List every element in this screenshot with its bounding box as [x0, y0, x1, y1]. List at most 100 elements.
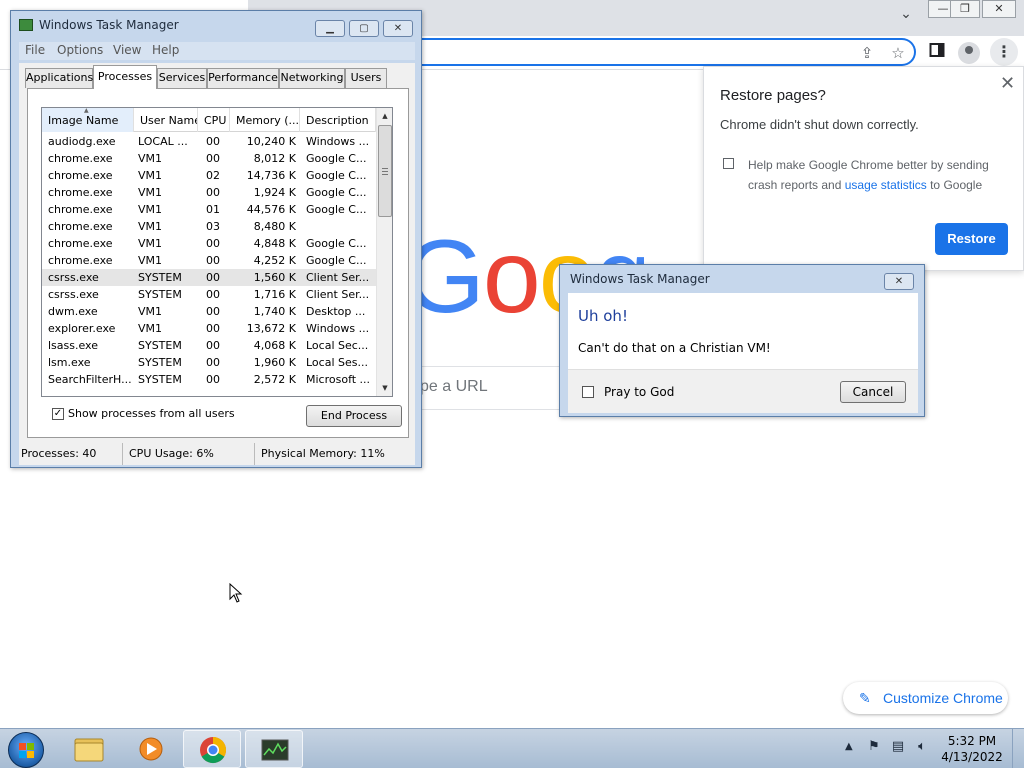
scroll-up-icon[interactable]: ▲ [377, 108, 392, 124]
column-description[interactable]: Description [300, 108, 376, 132]
status-bar: Processes: 40 CPU Usage: 6% Physical Mem… [19, 443, 415, 465]
sort-ascending-icon: ▲ [84, 108, 89, 114]
process-user: LOCAL ... [138, 135, 188, 148]
process-user: VM1 [138, 237, 163, 250]
taskbar-chrome[interactable] [183, 730, 241, 768]
side-panel-icon[interactable] [926, 42, 948, 64]
customize-chrome-label: Customize Chrome [883, 690, 1003, 706]
usage-statistics-link[interactable]: usage statistics [845, 178, 927, 192]
menu-view[interactable]: View [113, 43, 141, 57]
taskbar: ▲ ⚑ ▤ 🔈︎ 5:32 PM 4/13/2022 [0, 728, 1024, 768]
taskbar-task-manager[interactable] [245, 730, 303, 768]
process-row[interactable]: SearchFilterH... SYSTEM 00 2,572 K Microsoft… [42, 371, 376, 388]
process-row[interactable]: lsm.exe SYSTEM 00 1,960 K Local Ses... [42, 354, 376, 371]
maximize-button[interactable]: ▢ [349, 20, 379, 37]
taskbar-explorer[interactable] [60, 730, 118, 768]
tab-networking[interactable]: Networking [279, 68, 345, 88]
process-row[interactable]: chrome.exe VM1 03 8,480 K [42, 218, 376, 235]
column-memory[interactable]: Memory (... [230, 108, 300, 132]
volume-icon[interactable]: 🔈︎ [914, 739, 930, 757]
process-cpu: 00 [206, 271, 220, 284]
tab-processes[interactable]: Processes [93, 65, 157, 89]
close-button[interactable]: ✕ [884, 273, 914, 290]
dialog-message: Can't do that on a Christian VM! [578, 341, 771, 355]
process-name: explorer.exe [48, 322, 116, 335]
process-cpu: 01 [206, 203, 220, 216]
chrome-icon [200, 736, 227, 764]
column-image-name[interactable]: ▲ Image Name [42, 108, 134, 132]
process-row[interactable]: chrome.exe VM1 00 8,012 K Google C... [42, 150, 376, 167]
column-user-name[interactable]: User Name [134, 108, 198, 132]
process-user: SYSTEM [138, 271, 182, 284]
scrollbar-thumb[interactable] [378, 125, 392, 217]
process-description: Client Ser... [306, 288, 370, 301]
cancel-button[interactable]: Cancel [840, 381, 906, 403]
process-name: dwm.exe [48, 305, 98, 318]
process-rows: audiodg.exe LOCAL ... 00 10,240 K Windows ..… [42, 133, 376, 388]
menu-options[interactable]: Options [57, 43, 103, 57]
customize-chrome-button[interactable]: ✎ Customize Chrome [843, 682, 1008, 714]
taskbar-media-player[interactable] [122, 730, 180, 768]
bookmark-star-icon[interactable]: ☆ [887, 42, 909, 64]
minimize-button[interactable]: ▁ [315, 20, 345, 37]
close-window-button[interactable]: ✕ [982, 0, 1016, 18]
close-button[interactable]: ✕ [383, 20, 413, 37]
system-clock[interactable]: 5:32 PM 4/13/2022 [940, 733, 1004, 765]
process-list-scrollbar[interactable]: ▲ ▼ [376, 108, 392, 396]
chrome-menu-icon[interactable]: ⋮ [990, 38, 1018, 66]
process-user: VM1 [138, 203, 163, 216]
tab-performance[interactable]: Performance [207, 68, 279, 88]
show-hidden-icons-icon[interactable]: ▲ [845, 741, 853, 752]
dialog-titlebar[interactable]: Windows Task Manager [560, 265, 924, 293]
process-user: VM1 [138, 169, 163, 182]
crash-report-text-end: to Google [926, 178, 983, 192]
profile-avatar-icon[interactable] [958, 42, 980, 64]
process-row[interactable]: chrome.exe VM1 02 14,736 K Google C... [42, 167, 376, 184]
menu-help[interactable]: Help [152, 43, 179, 57]
process-description: Microsoft ... [306, 373, 371, 386]
end-process-button[interactable]: End Process [306, 405, 402, 427]
show-all-users-checkbox[interactable]: ✓ [52, 408, 64, 420]
pray-to-god-checkbox[interactable] [582, 386, 594, 398]
crash-report-checkbox[interactable] [723, 158, 734, 169]
process-row[interactable]: chrome.exe VM1 00 1,924 K Google C... [42, 184, 376, 201]
restore-button[interactable]: Restore [935, 223, 1008, 255]
scroll-down-icon[interactable]: ▼ [377, 380, 392, 396]
process-user: SYSTEM [138, 356, 182, 369]
process-list[interactable]: ▲ Image Name User Name CPU Memory (... D… [41, 107, 393, 397]
close-icon[interactable]: ✕ [1000, 73, 1015, 94]
tab-users[interactable]: Users [345, 68, 387, 88]
start-button[interactable] [8, 732, 44, 768]
restore-window-button[interactable]: ❐ [950, 0, 980, 18]
process-row[interactable]: chrome.exe VM1 00 4,252 K Google C... [42, 252, 376, 269]
show-desktop-button[interactable] [1012, 729, 1024, 768]
action-center-icon[interactable]: ⚑ [866, 739, 882, 757]
process-row[interactable]: audiodg.exe LOCAL ... 00 10,240 K Windows ..… [42, 133, 376, 150]
process-row[interactable]: chrome.exe VM1 00 4,848 K Google C... [42, 235, 376, 252]
process-description: Google C... [306, 152, 367, 165]
column-cpu[interactable]: CPU [198, 108, 230, 132]
menu-file[interactable]: File [25, 43, 45, 57]
tab-services[interactable]: Services [157, 68, 207, 88]
process-description: Google C... [306, 169, 367, 182]
process-user: VM1 [138, 186, 163, 199]
process-row[interactable]: dwm.exe VM1 00 1,740 K Desktop ... [42, 303, 376, 320]
process-user: SYSTEM [138, 288, 182, 301]
process-user: VM1 [138, 254, 163, 267]
process-name: lsass.exe [48, 339, 98, 352]
process-memory: 1,960 K [253, 356, 296, 369]
process-user: VM1 [138, 152, 163, 165]
network-icon[interactable]: ▤ [890, 739, 906, 757]
process-row[interactable]: csrss.exe SYSTEM 00 1,716 K Client Ser... [42, 286, 376, 303]
address-bar[interactable] [418, 38, 916, 66]
process-row[interactable]: explorer.exe VM1 00 13,672 K Windows ... [42, 320, 376, 337]
status-cpu: CPU Usage: 6% [127, 443, 255, 465]
chevron-down-icon[interactable]: ⌄ [896, 6, 916, 26]
process-row[interactable]: csrss.exe SYSTEM 00 1,560 K Client Ser... [42, 269, 376, 286]
uh-oh-dialog: Windows Task Manager ✕ Uh oh! Can't do t… [559, 264, 925, 417]
process-description: Windows ... [306, 135, 370, 148]
process-row[interactable]: lsass.exe SYSTEM 00 4,068 K Local Sec... [42, 337, 376, 354]
share-icon[interactable]: ⇪ [856, 42, 878, 64]
tab-applications[interactable]: Applications [25, 68, 93, 88]
process-row[interactable]: chrome.exe VM1 01 44,576 K Google C... [42, 201, 376, 218]
